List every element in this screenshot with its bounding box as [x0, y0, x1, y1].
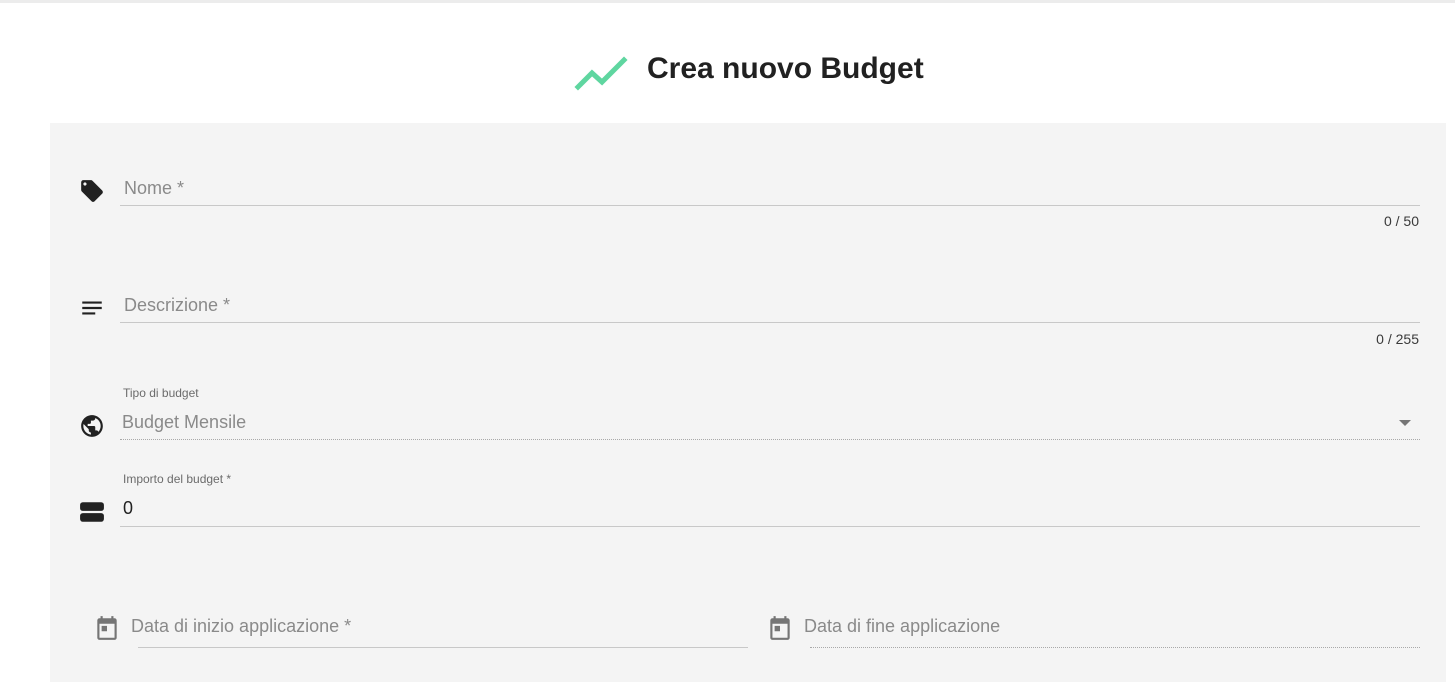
nome-input[interactable]: Nome *: [120, 171, 1420, 207]
tipo-label: Tipo di budget: [123, 386, 199, 400]
nome-counter: 0 / 50: [1383, 213, 1419, 229]
data-fine-input[interactable]: Data di fine applicazione: [803, 609, 1420, 645]
descrizione-placeholder: Descrizione *: [124, 295, 231, 315]
tipo-value: Budget Mensile: [122, 412, 247, 432]
data-fine-placeholder: Data di fine applicazione: [804, 616, 1001, 636]
data-fine-underline: [810, 647, 1420, 648]
descrizione-counter: 0 / 255: [1376, 331, 1419, 347]
data-inizio-underline: [138, 647, 748, 648]
calendar-icon[interactable]: [767, 614, 793, 640]
globe-icon: [79, 413, 105, 439]
page-header: Crea nuovo Budget: [0, 48, 1455, 94]
importo-input[interactable]: 0: [120, 492, 1420, 526]
budget-form: Nome * 0 / 50 Descrizione * 0 / 255 Tipo…: [50, 123, 1446, 682]
money-icon: [79, 499, 105, 525]
descrizione-input[interactable]: Descrizione *: [120, 288, 1420, 324]
trending-up-icon: [574, 54, 630, 92]
nome-underline: [120, 205, 1420, 206]
importo-underline: [120, 526, 1420, 527]
data-inizio-placeholder: Data di inizio applicazione *: [131, 616, 352, 636]
chevron-down-icon: [1399, 420, 1411, 426]
descrizione-underline: [120, 322, 1420, 323]
page-title: Crea nuovo Budget: [647, 52, 924, 85]
importo-value: 0: [123, 498, 134, 518]
tipo-budget-select[interactable]: Budget Mensile: [120, 406, 1420, 440]
calendar-icon[interactable]: [94, 614, 120, 640]
nome-placeholder: Nome *: [124, 178, 185, 198]
tipo-underline: [120, 439, 1420, 440]
importo-label: Importo del budget *: [123, 472, 232, 486]
top-divider: [0, 0, 1455, 3]
notes-icon: [79, 295, 105, 321]
data-inizio-input[interactable]: Data di inizio applicazione *: [130, 609, 748, 645]
tag-icon: [79, 178, 105, 204]
